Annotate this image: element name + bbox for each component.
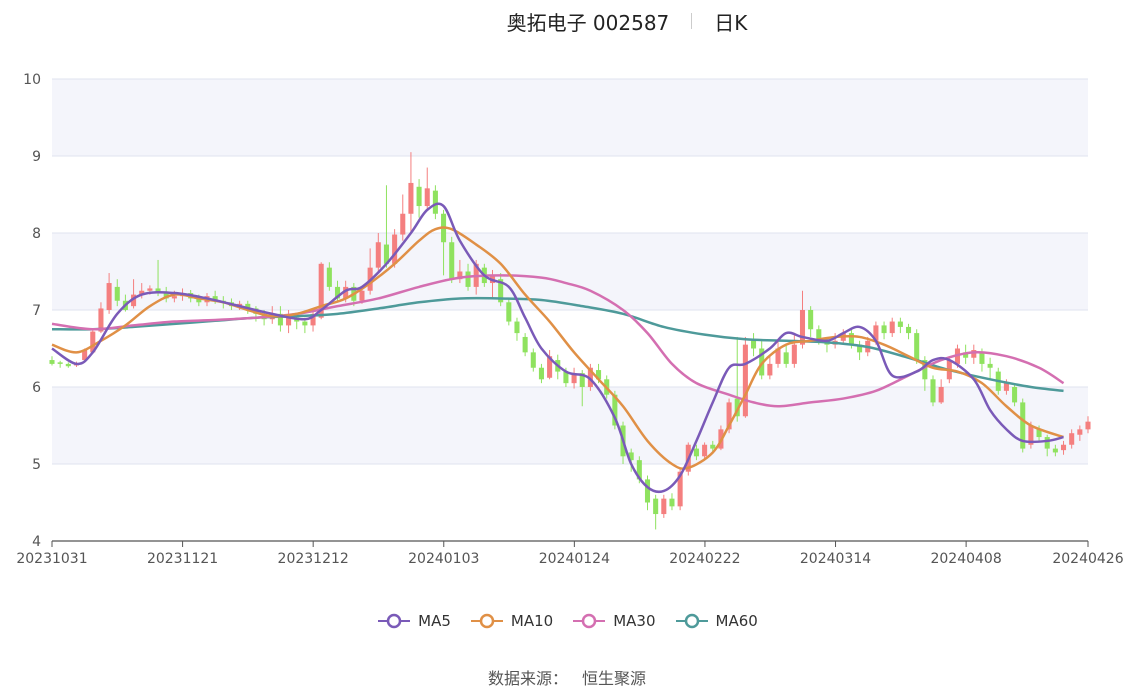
x-tick-label: 20240314 bbox=[800, 551, 871, 567]
source-value: 恒生聚源 bbox=[582, 669, 647, 688]
candle-body bbox=[416, 186, 422, 207]
candle-body bbox=[897, 321, 903, 327]
candle-body bbox=[661, 498, 667, 515]
candle-body bbox=[1085, 421, 1091, 430]
y-axis: 4 5 6 7 8 9 10 bbox=[23, 72, 41, 550]
candle-body bbox=[465, 271, 471, 287]
plot-band bbox=[52, 79, 1088, 156]
candle-body bbox=[1003, 383, 1009, 391]
candle-body bbox=[710, 444, 716, 449]
legend-label-ma5: MA5 bbox=[418, 612, 451, 630]
candle-body bbox=[930, 379, 936, 403]
x-tick-label: 20240408 bbox=[930, 551, 1001, 567]
candle-body bbox=[506, 302, 512, 322]
candle-body bbox=[751, 340, 757, 349]
ma10-legend-icon bbox=[470, 613, 503, 629]
candle-body bbox=[449, 242, 455, 280]
x-tick-label: 20240103 bbox=[408, 551, 479, 567]
candle-body bbox=[693, 448, 699, 457]
candle-body bbox=[302, 321, 308, 326]
candle-body bbox=[767, 363, 773, 376]
legend-item-ma60[interactable]: MA60 bbox=[674, 612, 758, 630]
ma5-legend-icon bbox=[378, 613, 411, 629]
candle-body bbox=[400, 213, 406, 235]
legend-label-ma60: MA60 bbox=[715, 612, 758, 630]
candle-body bbox=[799, 310, 806, 345]
ma30-legend-icon bbox=[573, 613, 606, 629]
y-tick-label: 10 bbox=[23, 72, 41, 88]
candle-body bbox=[65, 363, 71, 367]
candle-body bbox=[114, 286, 120, 301]
candle-body bbox=[514, 321, 520, 334]
kline-chart: 4 5 6 7 8 9 10 20231031 20231121 20231212 2024010… bbox=[16, 72, 1124, 567]
y-tick-label: 9 bbox=[32, 149, 41, 165]
source-label: 数据来源： bbox=[487, 669, 568, 688]
candle-body bbox=[848, 333, 854, 345]
candlestick-series bbox=[49, 152, 1091, 530]
candle-body bbox=[702, 444, 708, 457]
x-tick-label: 20240426 bbox=[1052, 551, 1123, 567]
candle-body bbox=[889, 321, 895, 334]
candle-body bbox=[1077, 429, 1083, 435]
candle-body bbox=[49, 360, 55, 364]
candle-body bbox=[375, 242, 381, 268]
candle-body bbox=[938, 387, 944, 403]
candle-body bbox=[147, 288, 153, 291]
candle-body bbox=[530, 352, 536, 368]
candle-body bbox=[522, 336, 528, 353]
candle-body bbox=[653, 498, 659, 515]
candle-body bbox=[881, 325, 887, 334]
candle-body bbox=[1052, 448, 1058, 453]
candle-body bbox=[1044, 437, 1050, 449]
candle-body bbox=[914, 333, 920, 361]
legend: MA5 MA10 MA30 MA60 bbox=[0, 612, 1134, 630]
legend-label-ma10: MA10 bbox=[510, 612, 554, 630]
x-tick-label: 20231212 bbox=[278, 551, 349, 567]
candle-body bbox=[979, 352, 985, 364]
x-tick-label: 20240222 bbox=[669, 551, 740, 567]
legend-item-ma30[interactable]: MA30 bbox=[571, 612, 656, 630]
x-tick-label: 20231031 bbox=[16, 551, 87, 567]
candle-body bbox=[987, 363, 993, 368]
y-tick-label: 8 bbox=[32, 226, 41, 242]
candle-body bbox=[408, 182, 414, 214]
candle-body bbox=[57, 362, 63, 364]
y-tick-label: 6 bbox=[32, 380, 41, 396]
legend-item-ma10[interactable]: MA10 bbox=[469, 612, 553, 630]
candle-body bbox=[326, 267, 332, 287]
candle-body bbox=[669, 498, 675, 507]
candle-body bbox=[359, 290, 365, 301]
candle-body bbox=[106, 283, 112, 310]
legend-item-ma5[interactable]: MA5 bbox=[376, 612, 451, 630]
candle-body bbox=[1060, 444, 1067, 451]
candle-body bbox=[1069, 433, 1075, 445]
candle-body bbox=[783, 352, 789, 364]
y-tick-label: 7 bbox=[32, 303, 41, 319]
candle-body bbox=[424, 188, 430, 207]
candle-body bbox=[906, 326, 912, 334]
candle-body bbox=[171, 296, 177, 299]
candle-body bbox=[392, 234, 398, 264]
legend-label-ma30: MA30 bbox=[613, 612, 656, 630]
y-tick-label: 5 bbox=[32, 457, 41, 473]
candle-body bbox=[644, 479, 651, 503]
candle-body bbox=[808, 310, 814, 330]
x-tick-label: 20240124 bbox=[539, 551, 610, 567]
x-axis: 20231031 20231121 20231212 20240103 20240124… bbox=[16, 540, 1124, 567]
candle-body bbox=[432, 190, 438, 214]
candle-body bbox=[1012, 387, 1018, 403]
candle-body bbox=[538, 367, 544, 380]
candle-body bbox=[791, 344, 797, 364]
y-tick-label: 4 bbox=[32, 534, 41, 550]
ma60-legend-icon bbox=[675, 613, 708, 629]
candle-body bbox=[742, 344, 748, 417]
candle-body bbox=[816, 329, 822, 340]
data-source: 数据来源： 恒生聚源 bbox=[0, 665, 1134, 689]
x-tick-label: 20231121 bbox=[147, 551, 218, 567]
